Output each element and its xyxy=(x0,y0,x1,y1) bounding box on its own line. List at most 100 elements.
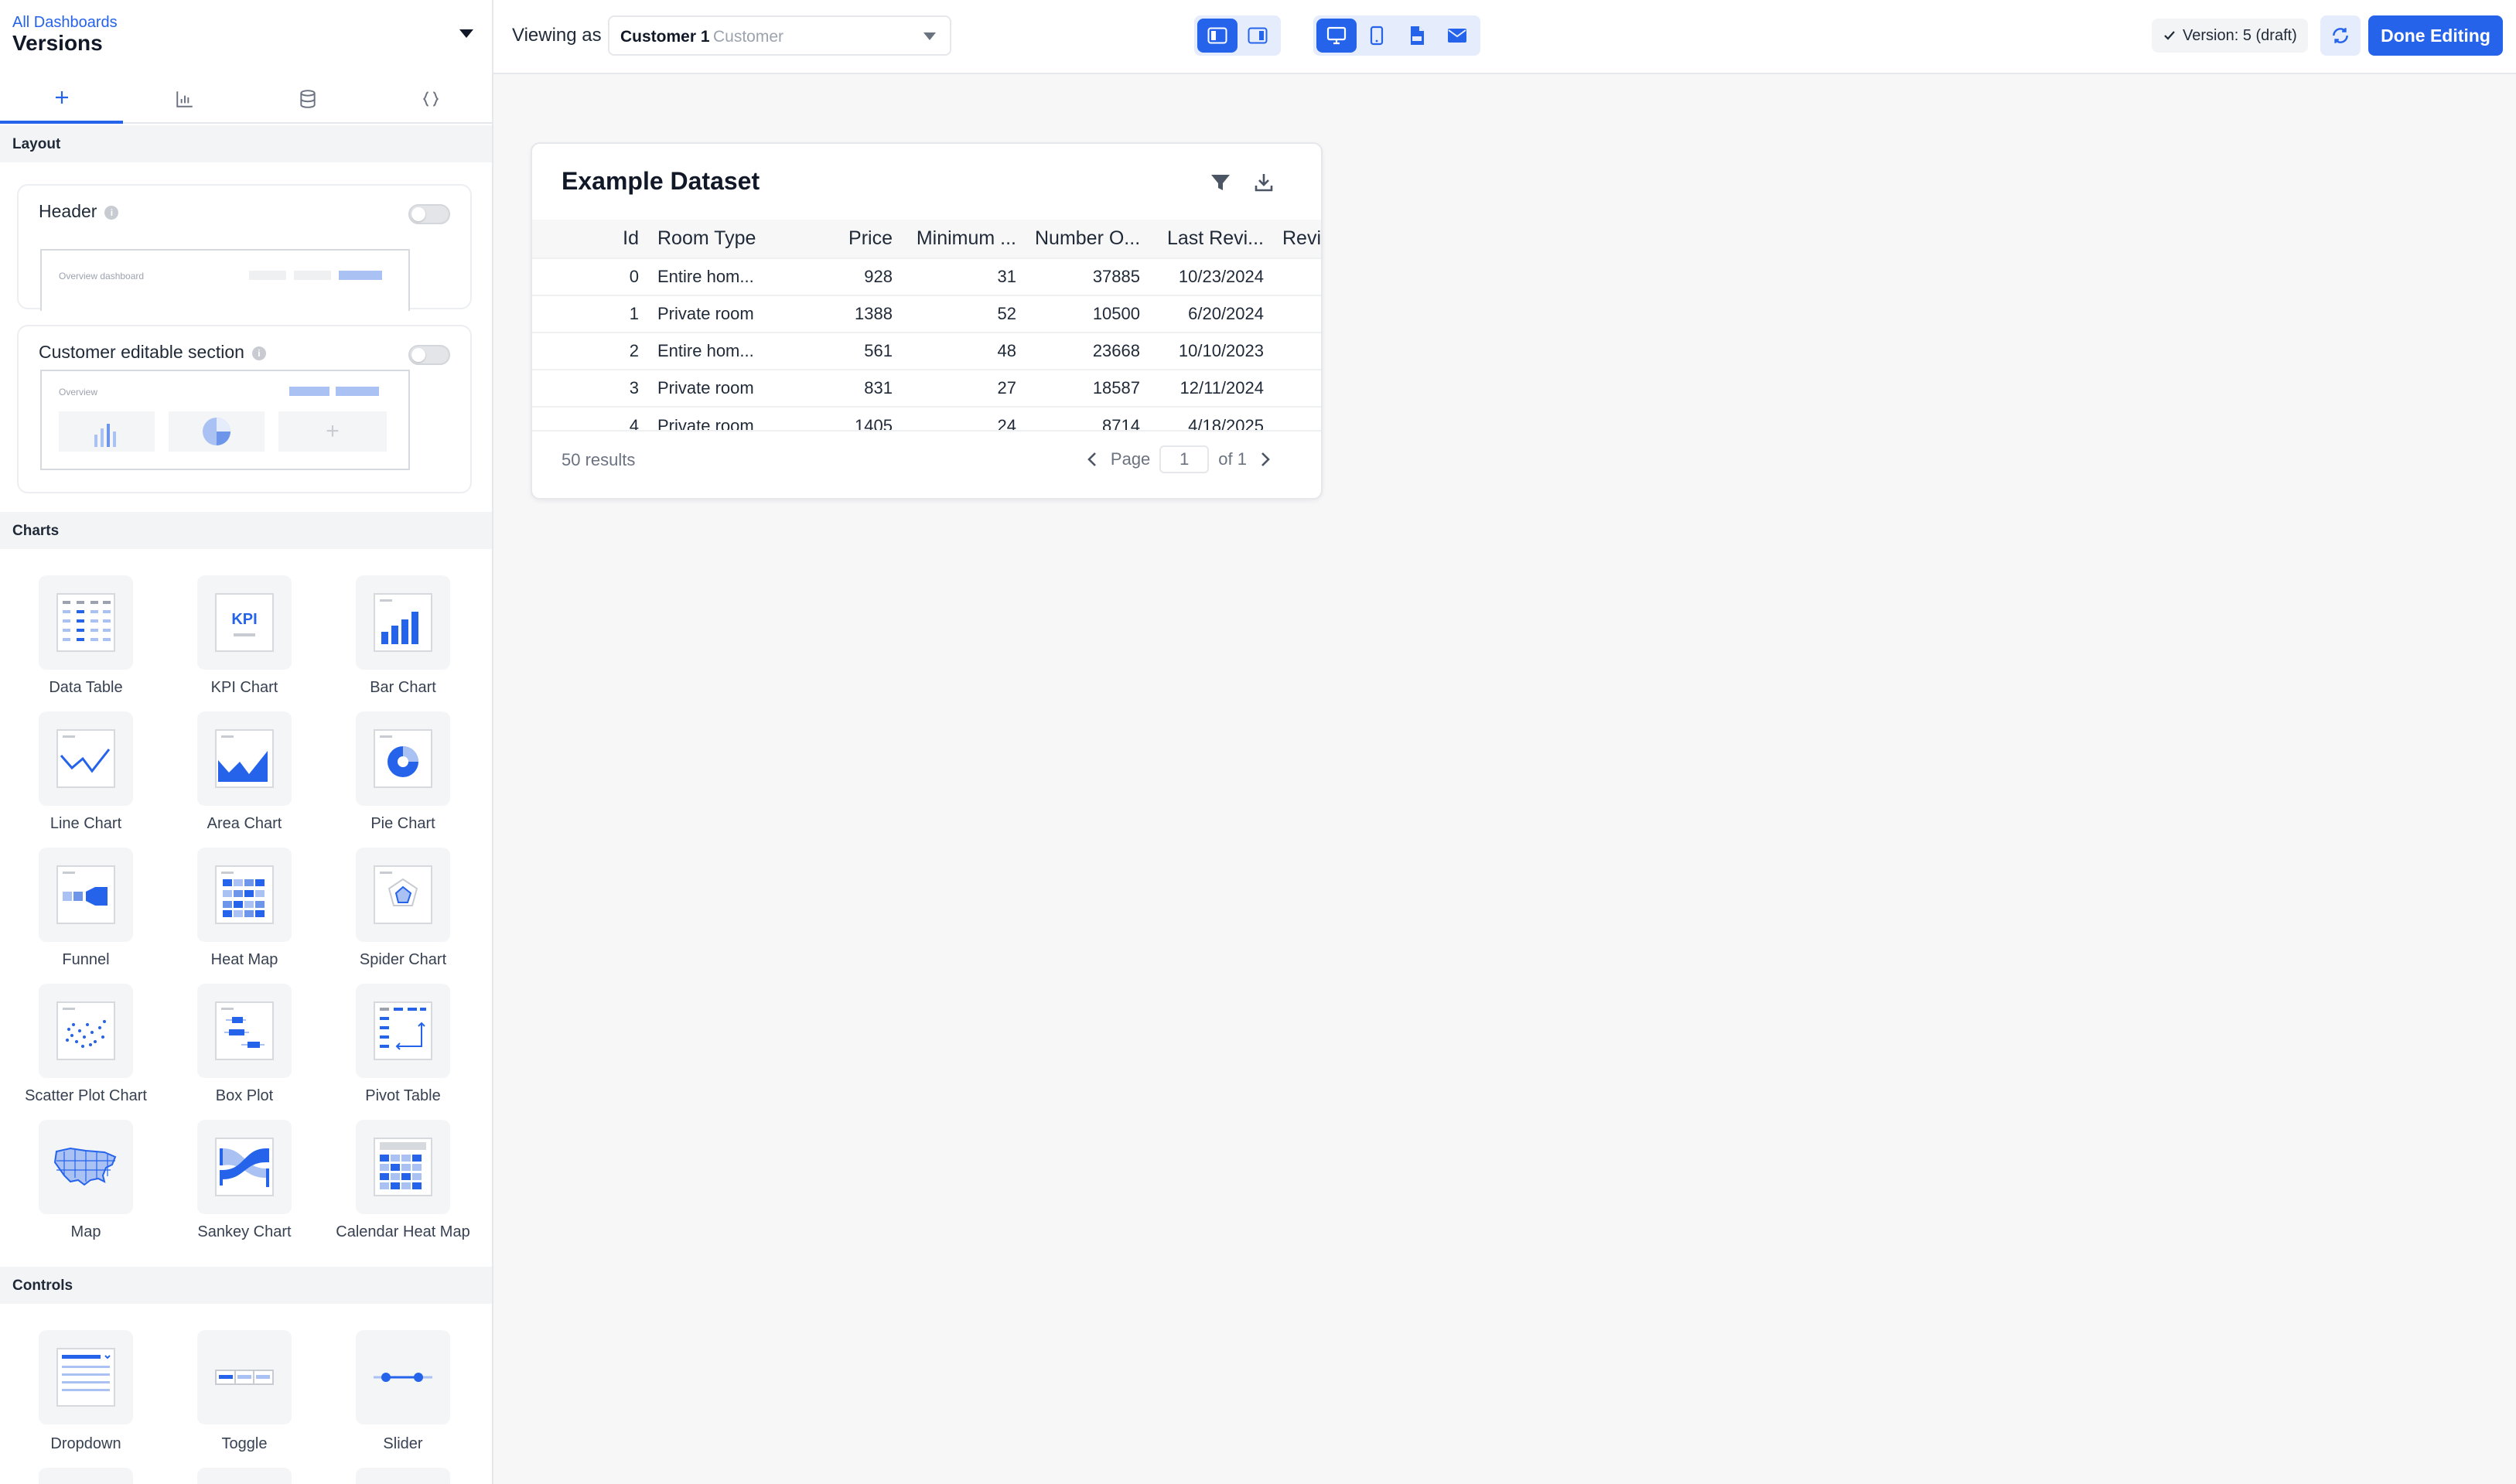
download-button[interactable] xyxy=(1251,170,1276,195)
caret-down-icon[interactable] xyxy=(459,29,473,38)
chart-tile-bar-chart[interactable]: Bar Chart xyxy=(317,575,472,707)
version-selector[interactable]: Version: 5 (draft) xyxy=(2152,19,2308,53)
header-card[interactable]: Header i Overview dashboard xyxy=(17,184,472,311)
tab-charts[interactable] xyxy=(123,74,246,124)
chart-tile-calendar-heat-map[interactable]: Calendar Heat Map xyxy=(317,1120,472,1251)
tile-label: Calendar Heat Map xyxy=(336,1223,470,1240)
dashboard-title: Versions xyxy=(12,31,103,55)
viewing-as-select[interactable]: Customer 1 Customer xyxy=(608,15,951,56)
sidebar-header: All Dashboards Versions xyxy=(0,0,492,74)
chart-tile-box-plot[interactable]: Box Plot xyxy=(159,984,313,1115)
spider-chart-icon xyxy=(356,848,450,942)
control-tile-toggle[interactable]: Toggle xyxy=(159,1330,313,1462)
table-cell: 10/10/2023 xyxy=(1149,332,1273,370)
table-cell: 27 xyxy=(902,369,1026,407)
table-row[interactable]: 3 Private room 831 27 18587 12/11/2024 xyxy=(532,369,1321,407)
pdf-preview-button[interactable] xyxy=(1397,19,1437,53)
table-row[interactable]: 0 Entire hom... 928 31 37885 10/23/2024 xyxy=(532,258,1321,295)
table-cell: 12/11/2024 xyxy=(1149,369,1273,407)
placeholder-bar xyxy=(294,271,331,280)
table-cell: 561 xyxy=(821,332,902,370)
tile-label: Map xyxy=(70,1223,101,1240)
table-cell: 1 xyxy=(532,295,648,333)
control-tile-partial[interactable] xyxy=(39,1468,133,1484)
pdf-icon xyxy=(1411,26,1424,45)
chart-tile-funnel[interactable]: Funnel xyxy=(0,848,155,979)
control-tile-dropdown[interactable]: Dropdown xyxy=(0,1330,155,1462)
previous-page-button[interactable] xyxy=(1081,449,1103,470)
check-icon xyxy=(2164,31,2175,40)
page-input[interactable]: 1 xyxy=(1159,445,1210,473)
control-tile-slider[interactable]: Slider xyxy=(317,1330,472,1462)
chart-tile-sankey-chart[interactable]: Sankey Chart xyxy=(159,1120,313,1251)
info-icon[interactable]: i xyxy=(251,346,266,360)
editable-preview: Overview + xyxy=(40,370,410,470)
customer-editable-card[interactable]: Customer editable section i Overview + xyxy=(17,325,472,493)
tab-code[interactable] xyxy=(369,74,492,124)
chart-tile-data-table[interactable]: Data Table xyxy=(0,575,155,707)
refresh-button[interactable] xyxy=(2320,15,2361,56)
column-header[interactable]: Id xyxy=(532,220,648,258)
table-cell: Entire hom... xyxy=(648,258,821,295)
tab-data[interactable] xyxy=(246,74,369,124)
tab-add[interactable] xyxy=(0,74,123,124)
database-icon xyxy=(299,90,316,108)
sidebar-left-layout-button[interactable] xyxy=(1197,19,1238,53)
table-cell: Private room xyxy=(648,295,821,333)
control-tile-partial[interactable] xyxy=(356,1468,450,1484)
chevron-left-icon xyxy=(1087,452,1096,466)
header-preview-text: Overview dashboard xyxy=(59,271,145,281)
chart-tile-scatter-plot[interactable]: Scatter Plot Chart xyxy=(0,984,155,1115)
tile-label: KPI Chart xyxy=(210,679,278,696)
table-cell: 0 xyxy=(532,258,648,295)
table-cell: 37885 xyxy=(1026,258,1149,295)
table-cell: 10500 xyxy=(1026,295,1149,333)
chart-tile-heat-map[interactable]: Heat Map xyxy=(159,848,313,979)
header-preview: Overview dashboard xyxy=(40,249,410,311)
column-header[interactable]: Number O... xyxy=(1026,220,1149,258)
svg-text:KPI: KPI xyxy=(231,611,257,628)
table-cell: 1388 xyxy=(821,295,902,333)
data-table-widget[interactable]: Example Dataset Id Room Type Price Minimum … xyxy=(531,142,1323,500)
column-header[interactable]: Minimum ... xyxy=(902,220,1026,258)
info-icon[interactable]: i xyxy=(104,206,119,220)
chart-tile-pie-chart[interactable]: Pie Chart xyxy=(317,711,472,843)
filter-button[interactable] xyxy=(1208,170,1233,195)
chevron-down-icon xyxy=(923,32,936,40)
table-cell: 2 xyxy=(532,332,648,370)
chart-tile-line-chart[interactable]: Line Chart xyxy=(0,711,155,843)
funnel-icon xyxy=(39,848,133,942)
refresh-icon xyxy=(2333,28,2348,43)
placeholder-bar xyxy=(336,387,379,396)
column-header[interactable]: Room Type xyxy=(648,220,821,258)
table-cell: 18587 xyxy=(1026,369,1149,407)
next-page-button[interactable] xyxy=(1255,449,1276,470)
header-toggle[interactable] xyxy=(408,204,450,224)
chart-tile-map[interactable]: Map xyxy=(0,1120,155,1251)
chart-tile-spider-chart[interactable]: Spider Chart xyxy=(317,848,472,979)
done-editing-button[interactable]: Done Editing xyxy=(2368,15,2503,56)
chart-tile-pivot-table[interactable]: Pivot Table xyxy=(317,984,472,1115)
tile-label: Line Chart xyxy=(50,815,122,832)
scatter-plot-icon xyxy=(39,984,133,1078)
column-header[interactable]: Revi xyxy=(1273,220,1321,258)
mobile-preview-button[interactable] xyxy=(1357,19,1397,53)
column-header[interactable]: Price xyxy=(821,220,902,258)
customer-editable-toggle[interactable] xyxy=(408,345,450,365)
table-cell xyxy=(1273,332,1321,370)
chart-tile-kpi-chart[interactable]: KPI KPI Chart xyxy=(159,575,313,707)
heat-map-icon xyxy=(197,848,292,942)
dropdown-icon xyxy=(39,1330,133,1424)
table-row[interactable]: 2 Entire hom... 561 48 23668 10/10/2023 xyxy=(532,332,1321,370)
sidebar-right-layout-button[interactable] xyxy=(1238,19,1278,53)
email-preview-button[interactable] xyxy=(1437,19,1477,53)
column-header[interactable]: Last Revi... xyxy=(1149,220,1273,258)
all-dashboards-link[interactable]: All Dashboards xyxy=(12,14,118,32)
desktop-preview-button[interactable] xyxy=(1316,19,1357,53)
control-tile-partial[interactable] xyxy=(197,1468,292,1484)
data-table: Id Room Type Price Minimum ... Number O... La… xyxy=(532,220,1321,444)
toggle-icon xyxy=(197,1330,292,1424)
table-row[interactable]: 1 Private room 1388 52 10500 6/20/2024 xyxy=(532,295,1321,333)
box-plot-icon xyxy=(197,984,292,1078)
chart-tile-area-chart[interactable]: Area Chart xyxy=(159,711,313,843)
